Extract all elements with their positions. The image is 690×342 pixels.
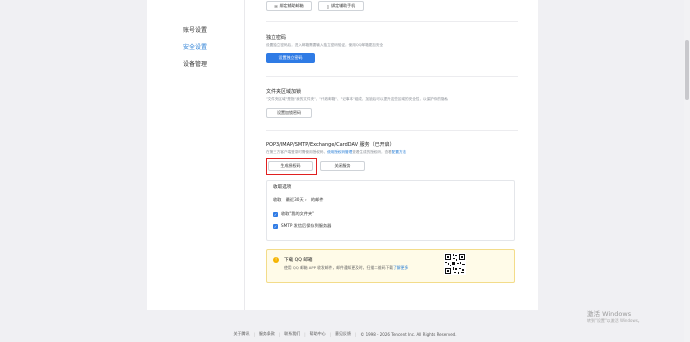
windows-activation-subtitle: 转到"设置"以激活 Windows。 <box>587 318 642 323</box>
auth-code-manage-link[interactable]: 使用授权码管理 <box>327 150 352 154</box>
sidebar-item-security[interactable]: 安全设置 <box>183 42 207 51</box>
sidebar-item-account[interactable]: 账号设置 <box>183 25 207 34</box>
checkbox-checked-icon[interactable]: ✓ <box>273 223 278 229</box>
bind-phone-label: 绑定辅助手机 <box>331 3 356 8</box>
footer-link-about[interactable]: 关于腾讯 <box>234 331 250 337</box>
mail-icon: ✉ <box>274 3 278 9</box>
footer-link-feedback[interactable]: 意见反馈 <box>335 331 351 337</box>
set-lock-password-button[interactable]: 设置加锁密码 <box>266 108 312 118</box>
receive-label: 收取 <box>273 197 282 202</box>
footer-link-help[interactable]: 帮助中心 <box>310 331 326 337</box>
pop3-title: POP3/IMAP/SMTP/Exchange/CardDAV 服务（已开启） <box>266 142 395 148</box>
footer-separator: | <box>354 331 357 337</box>
smtp-save-label: SMTP 发信后保存到服务器 <box>281 223 332 228</box>
footer-separator: | <box>304 331 306 337</box>
independent-password-desc: 设置独立密码后，进入邮箱需要输入独立密码验证，使用QQ邮箱更加安全 <box>266 43 384 47</box>
receive-my-folder-option[interactable]: ✓ 收取"我的文件夹" <box>273 211 314 217</box>
receive-my-folder-label: 收取"我的文件夹" <box>281 211 315 216</box>
independent-password-title: 独立密码 <box>266 35 287 41</box>
footer-separator: | <box>253 331 255 337</box>
close-service-button[interactable]: 关闭服务 <box>320 161 365 171</box>
checkbox-checked-icon[interactable]: ✓ <box>273 211 278 217</box>
receive-suffix: 的邮件 <box>310 197 324 202</box>
section-divider <box>266 21 518 22</box>
footer-link-contact[interactable]: 联系我们 <box>284 331 300 337</box>
learn-more-link[interactable]: 了解更多 <box>393 265 408 270</box>
pop3-desc-text-2: 查看生成的授权码，查看 <box>352 150 392 154</box>
smtp-save-option[interactable]: ✓ SMTP 发信后保存到服务器 <box>273 223 331 229</box>
receive-range-value: 最近30天 <box>285 197 304 202</box>
generate-auth-code-button[interactable]: 生成授权码 <box>268 161 313 171</box>
download-desc: 使用 QQ 邮箱 APP 收发邮件，邮件通知更及时，扫描二维码下载了解更多 <box>284 265 408 271</box>
folder-lock-desc: "文件夹区域"是指"我的文件夹"、"代收邮箱"、"记事本"组成，加锁后可以提升这… <box>266 97 449 101</box>
download-title: 下载 QQ 邮箱 <box>284 258 313 263</box>
windows-activation-title: 激活 Windows <box>587 310 632 318</box>
receive-range-line: 收取 最近30天 ▾ 的邮件 <box>273 197 323 203</box>
receive-range-select[interactable]: 最近30天 ▾ <box>286 197 307 202</box>
scrollbar-thumb[interactable] <box>685 40 689 100</box>
pop3-desc-text: 在第三方客户端登录时需使用授权码， <box>266 150 328 154</box>
footer-separator: | <box>329 331 331 337</box>
bind-phone-button[interactable]: ▯ 绑定辅助手机 <box>318 1 364 11</box>
section-divider <box>266 130 518 131</box>
set-independent-password-button[interactable]: 设置独立密码 <box>266 53 315 63</box>
config-method-link[interactable]: 配置方法 <box>392 150 406 154</box>
download-desc-text: 使用 QQ 邮箱 APP 收发邮件，邮件通知更及时，扫描二维码下载 <box>284 265 394 270</box>
info-warning-icon: ! <box>273 257 279 263</box>
folder-lock-title: 文件夹区域加锁 <box>266 89 302 95</box>
section-divider <box>266 76 518 77</box>
bind-email-button[interactable]: ✉ 绑定辅助邮箱 <box>266 1 312 11</box>
bind-email-label: 绑定辅助邮箱 <box>279 3 304 8</box>
sidebar-divider <box>244 0 245 310</box>
phone-icon: ▯ <box>326 3 330 9</box>
footer-link-terms[interactable]: 服务条款 <box>259 331 275 337</box>
qr-code-icon <box>444 253 466 275</box>
chevron-down-icon: ▾ <box>304 198 307 202</box>
footer-separator: | <box>278 331 281 337</box>
receive-options-title: 收取选项 <box>273 185 292 190</box>
pop3-desc: 在第三方客户端登录时需使用授权码，使用授权码管理查看生成的授权码，查看配置方法 <box>266 150 406 155</box>
footer: 关于腾讯 | 服务条款 | 联系我们 | 帮助中心 | 意见反馈 | © 199… <box>0 331 690 337</box>
footer-copyright: © 1998 - 2026 Tencent Inc. All Rights Re… <box>360 331 457 337</box>
sidebar-item-devices[interactable]: 设备管理 <box>183 59 207 68</box>
